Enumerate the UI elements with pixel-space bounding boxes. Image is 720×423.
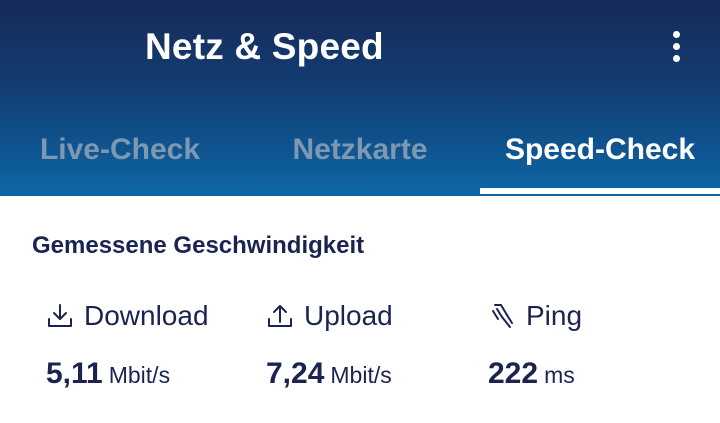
metric-download: Download 5,11 Mbit/s: [46, 296, 266, 394]
upload-unit: Mbit/s: [330, 362, 392, 388]
ping-value: 222: [488, 357, 539, 390]
metric-label-upload: Upload: [304, 300, 393, 331]
tab-live-check[interactable]: Live-Check: [0, 120, 240, 180]
upload-icon: [268, 305, 292, 327]
speed-check-panel: Gemessene Geschwindigkeit Download 5,11 M…: [0, 196, 720, 423]
tab-netzkarte[interactable]: Netzkarte: [240, 120, 480, 180]
more-vert-icon[interactable]: [662, 24, 690, 68]
tab-bar: Live-Check Netzkarte Speed-Check: [0, 120, 720, 196]
upload-value: 7,24: [266, 357, 325, 390]
download-value: 5,11: [46, 357, 103, 390]
ping-unit: ms: [544, 362, 575, 388]
active-tab-indicator: [480, 188, 720, 194]
section-title: Gemessene Geschwindigkeit: [32, 232, 365, 259]
app-title: Netz & Speed: [145, 26, 384, 67]
metric-ping: Ping 222 ms: [488, 296, 708, 394]
metric-upload: Upload 7,24 Mbit/s: [266, 296, 486, 394]
download-icon: [48, 304, 72, 327]
metric-label-download: Download: [84, 300, 209, 331]
metric-label-ping: Ping: [526, 300, 583, 331]
app-bar: Netz & Speed Live-Check Netzkarte Speed-…: [0, 0, 720, 196]
download-unit: Mbit/s: [108, 362, 171, 388]
tab-speed-check[interactable]: Speed-Check: [480, 120, 720, 180]
ping-icon: [492, 304, 513, 328]
